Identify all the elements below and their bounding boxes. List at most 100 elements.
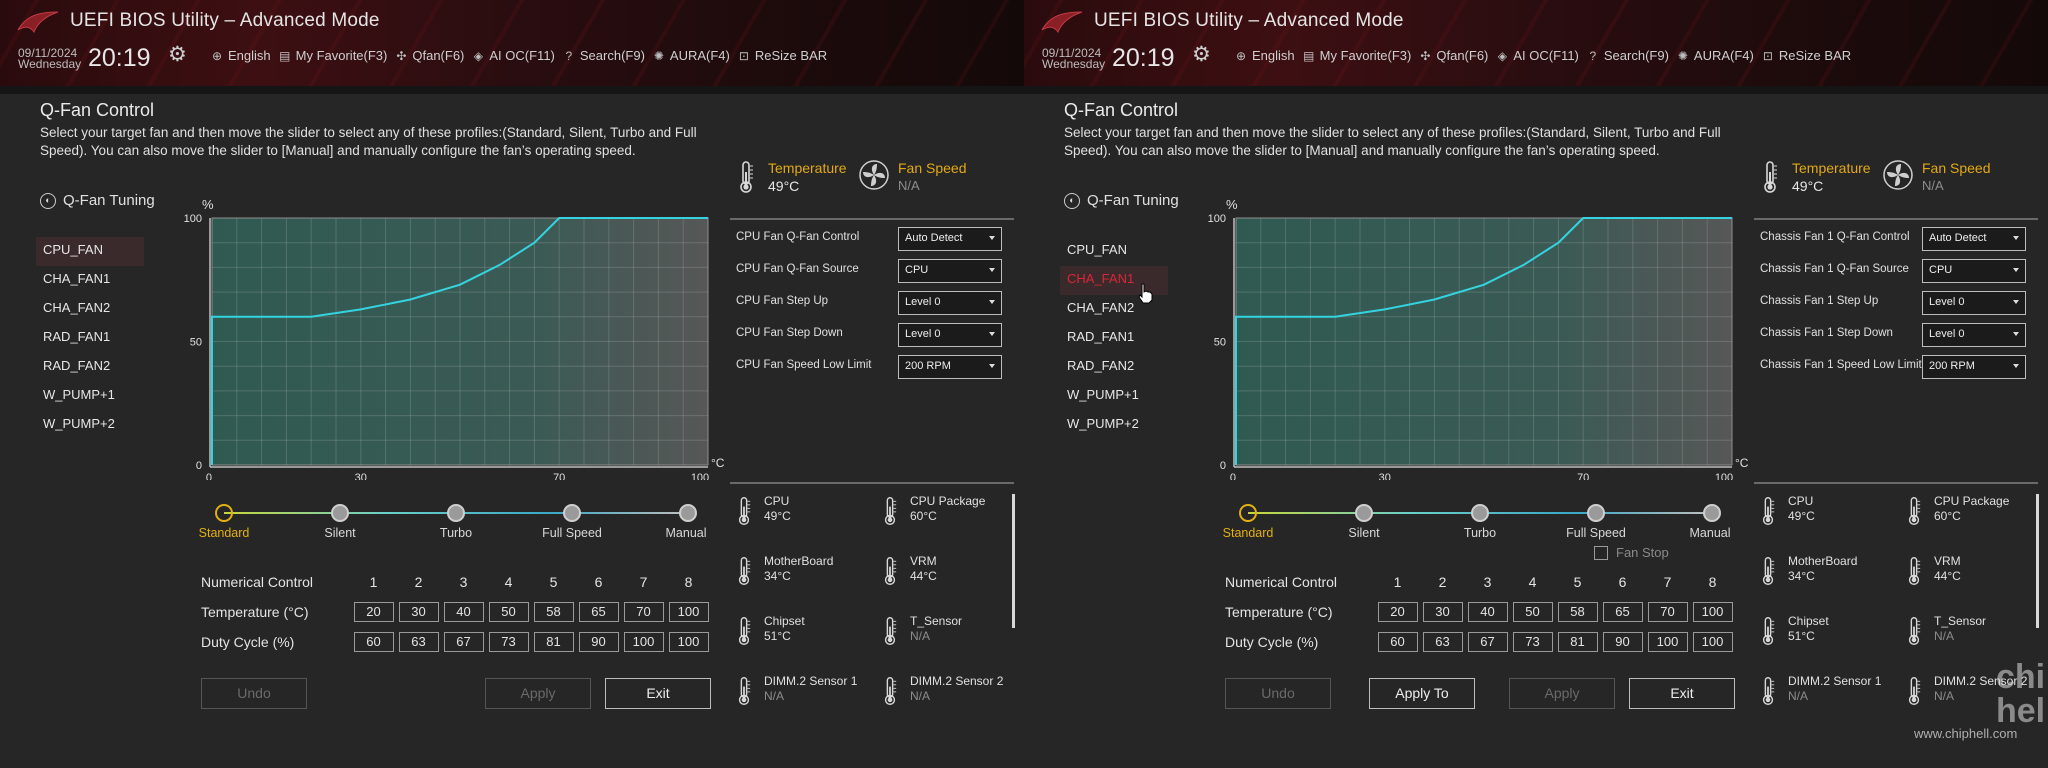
gear-icon[interactable]: ⚙ — [1192, 42, 1211, 67]
duty-input-7[interactable]: 100 — [623, 632, 664, 652]
exit-button[interactable]: Exit — [1629, 678, 1735, 709]
profile-slider[interactable]: Standard Silent Turbo Full Speed Manual — [199, 500, 720, 545]
profile-manual-label[interactable]: Manual — [1690, 526, 1731, 540]
menu-item-aura-f4[interactable]: ✺ AURA(F4) — [652, 48, 737, 63]
duty-input-4[interactable]: 73 — [1512, 632, 1553, 652]
exit-button[interactable]: Exit — [605, 678, 711, 709]
temperature-input-8[interactable]: 100 — [668, 602, 709, 622]
profile-standard-label[interactable]: Standard — [199, 526, 250, 540]
temperature-input-1[interactable]: 20 — [353, 602, 394, 622]
profile-full-speed-label[interactable]: Full Speed — [542, 526, 602, 540]
temperature-input-7[interactable]: 70 — [1647, 602, 1688, 622]
temperature-input-7[interactable]: 70 — [623, 602, 664, 622]
config-dropdown[interactable]: CPU — [1922, 259, 2026, 283]
duty-input-3[interactable]: 67 — [443, 632, 484, 652]
fan-item-cha-fan1[interactable]: CHA_FAN1 — [36, 266, 144, 295]
menu-item-ai-oc-f11[interactable]: ◈ AI OC(F11) — [471, 48, 562, 63]
fan-item-rad-fan1[interactable]: RAD_FAN1 — [36, 324, 144, 353]
menu-item-qfan-f6[interactable]: ✣ Qfan(F6) — [1418, 48, 1495, 63]
sensor-scrollbar[interactable] — [2036, 494, 2039, 628]
duty-input-3[interactable]: 67 — [1467, 632, 1508, 652]
profile-standard-label[interactable]: Standard — [1223, 526, 1274, 540]
temperature-input-2[interactable]: 30 — [1422, 602, 1463, 622]
profile-silent-label[interactable]: Silent — [1348, 526, 1379, 540]
duty-input-2[interactable]: 63 — [398, 632, 439, 652]
temperature-input-4[interactable]: 50 — [1512, 602, 1553, 622]
qfan-tuning-button[interactable]: ◐ Q-Fan Tuning — [1064, 192, 1179, 209]
qfan-tuning-button[interactable]: ◐ Q-Fan Tuning — [40, 192, 155, 209]
menu-item-resize-bar[interactable]: ⊡ ReSize BAR — [1761, 48, 1858, 63]
profile-standard-knob[interactable] — [1239, 504, 1257, 522]
profile-turbo-knob[interactable] — [1471, 504, 1489, 522]
temperature-input-6[interactable]: 65 — [578, 602, 619, 622]
config-dropdown[interactable]: CPU — [898, 259, 1002, 283]
apply-button[interactable]: Apply — [485, 678, 591, 709]
fan-curve-chart[interactable]: 0 50 100 0 30 70 100% °C — [170, 195, 730, 480]
sensor-scrollbar[interactable] — [1012, 494, 1015, 628]
menu-item-english[interactable]: ⊕ English — [210, 48, 278, 63]
fan-item-w-pump-1[interactable]: W_PUMP+1 — [36, 382, 144, 411]
temperature-input-5[interactable]: 58 — [1557, 602, 1598, 622]
config-dropdown[interactable]: Level 0 — [1922, 291, 2026, 315]
menu-item-aura-f4[interactable]: ✺ AURA(F4) — [1676, 48, 1761, 63]
config-dropdown[interactable]: Level 0 — [898, 323, 1002, 347]
duty-input-5[interactable]: 81 — [533, 632, 574, 652]
config-dropdown[interactable]: Auto Detect — [1922, 227, 2026, 251]
apply-to-button[interactable]: Apply To — [1369, 678, 1475, 709]
fan-item-rad-fan2[interactable]: RAD_FAN2 — [36, 353, 144, 382]
temperature-input-5[interactable]: 58 — [533, 602, 574, 622]
fan-item-rad-fan2[interactable]: RAD_FAN2 — [1060, 353, 1168, 382]
menu-item-search-f9[interactable]: ? Search(F9) — [1586, 48, 1676, 63]
fan-item-rad-fan1[interactable]: RAD_FAN1 — [1060, 324, 1168, 353]
temperature-input-4[interactable]: 50 — [488, 602, 529, 622]
profile-silent-knob[interactable] — [331, 504, 349, 522]
duty-input-6[interactable]: 90 — [1602, 632, 1643, 652]
fan-item-w-pump-1[interactable]: W_PUMP+1 — [1060, 382, 1168, 411]
menu-item-english[interactable]: ⊕ English — [1234, 48, 1302, 63]
profile-manual-knob[interactable] — [679, 504, 697, 522]
config-dropdown[interactable]: 200 RPM — [1922, 355, 2026, 379]
profile-full-speed-knob[interactable] — [563, 504, 581, 522]
menu-item-my-favorite-f3[interactable]: ▤ My Favorite(F3) — [278, 48, 395, 63]
menu-item-search-f9[interactable]: ? Search(F9) — [562, 48, 652, 63]
temperature-input-6[interactable]: 65 — [1602, 602, 1643, 622]
temperature-input-8[interactable]: 100 — [1692, 602, 1733, 622]
config-dropdown[interactable]: Auto Detect — [898, 227, 1002, 251]
duty-input-7[interactable]: 100 — [1647, 632, 1688, 652]
temperature-input-1[interactable]: 20 — [1377, 602, 1418, 622]
duty-input-1[interactable]: 60 — [1377, 632, 1418, 652]
duty-input-5[interactable]: 81 — [1557, 632, 1598, 652]
profile-silent-knob[interactable] — [1355, 504, 1373, 522]
temperature-input-3[interactable]: 40 — [1467, 602, 1508, 622]
menu-item-qfan-f6[interactable]: ✣ Qfan(F6) — [394, 48, 471, 63]
profile-turbo-label[interactable]: Turbo — [1464, 526, 1496, 540]
profile-full-speed-knob[interactable] — [1587, 504, 1605, 522]
config-dropdown[interactable]: Level 0 — [898, 291, 1002, 315]
duty-input-8[interactable]: 100 — [668, 632, 709, 652]
fan-item-cpu-fan[interactable]: CPU_FAN — [1060, 237, 1168, 266]
profile-turbo-knob[interactable] — [447, 504, 465, 522]
fan-stop-checkbox[interactable]: Fan Stop — [1594, 545, 1669, 560]
profile-standard-knob[interactable] — [215, 504, 233, 522]
profile-silent-label[interactable]: Silent — [324, 526, 355, 540]
profile-manual-knob[interactable] — [1703, 504, 1721, 522]
duty-input-2[interactable]: 63 — [1422, 632, 1463, 652]
fan-curve-chart[interactable]: 0 50 100 0 30 70 100% °C — [1194, 195, 1754, 480]
temperature-input-3[interactable]: 40 — [443, 602, 484, 622]
profile-full-speed-label[interactable]: Full Speed — [1566, 526, 1626, 540]
menu-item-ai-oc-f11[interactable]: ◈ AI OC(F11) — [1495, 48, 1586, 63]
gear-icon[interactable]: ⚙ — [168, 42, 187, 67]
apply-button[interactable]: Apply — [1509, 678, 1615, 709]
profile-manual-label[interactable]: Manual — [666, 526, 707, 540]
config-dropdown[interactable]: Level 0 — [1922, 323, 2026, 347]
duty-input-1[interactable]: 60 — [353, 632, 394, 652]
profile-slider[interactable]: Standard Silent Turbo Full Speed Manual — [1223, 500, 1744, 545]
undo-button[interactable]: Undo — [201, 678, 307, 709]
config-dropdown[interactable]: 200 RPM — [898, 355, 1002, 379]
duty-input-8[interactable]: 100 — [1692, 632, 1733, 652]
fan-item-w-pump-2[interactable]: W_PUMP+2 — [1060, 411, 1168, 440]
duty-input-6[interactable]: 90 — [578, 632, 619, 652]
undo-button[interactable]: Undo — [1225, 678, 1331, 709]
profile-turbo-label[interactable]: Turbo — [440, 526, 472, 540]
duty-input-4[interactable]: 73 — [488, 632, 529, 652]
